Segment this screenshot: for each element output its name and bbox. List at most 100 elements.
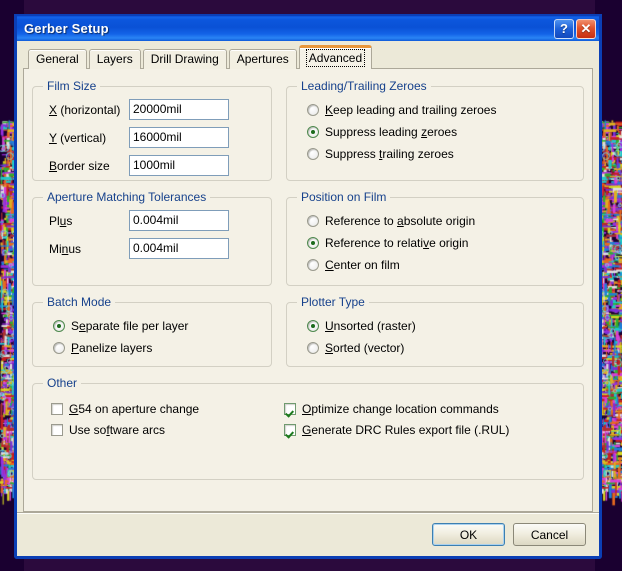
text-input[interactable]: 1000mil <box>129 155 229 176</box>
group-aperture-matching-tolerances: Aperture Matching Tolerances Plus 0.004mi… <box>32 190 272 286</box>
group-title-batch-mode: Batch Mode <box>47 295 112 309</box>
checkbox-unchecked-icon[interactable] <box>51 423 63 436</box>
checkbox-checked-icon[interactable] <box>284 423 296 436</box>
radio-option[interactable]: Keep leading and trailing zeroes <box>295 99 575 121</box>
other-checkbox-columns: G54 on aperture change Use software arcs … <box>41 396 575 440</box>
checkbox-option[interactable]: Optimize change location commands <box>284 398 575 419</box>
group-title-zeroes: Leading/Trailing Zeroes <box>301 79 427 93</box>
tab-label: Layers <box>96 52 133 66</box>
tab-drill-drawing[interactable]: Drill Drawing <box>142 49 227 69</box>
radio-option[interactable]: Reference to absolute origin <box>295 210 575 232</box>
field-label: X (horizontal) <box>49 102 121 117</box>
tab-label: Drill Drawing <box>150 52 219 66</box>
radio-selected-icon[interactable] <box>307 126 319 138</box>
tab-page-advanced: Film Size X (horizontal) 20000mil Y (verti… <box>23 68 593 512</box>
batch-mode-options: Separate file per layer Panelize layers <box>41 315 263 359</box>
tab-label: Advanced <box>305 49 366 67</box>
desktop-background: Gerber Setup ? ✕ General Layers Drill Draw… <box>0 0 622 571</box>
checkbox-option[interactable]: Use software arcs <box>51 419 276 440</box>
field-row: Border size 1000mil <box>41 155 263 176</box>
radio-option[interactable]: Suppress trailing zeroes <box>295 143 575 165</box>
plotter-options: Unsorted (raster) Sorted (vector) <box>295 315 575 359</box>
field-row: Y (vertical) 16000mil <box>41 127 263 148</box>
group-plotter-type: Plotter Type Unsorted (raster) Sorted (ve… <box>286 295 584 367</box>
field-label: Border size <box>49 158 110 173</box>
radio-unselected-icon[interactable] <box>307 104 319 116</box>
radio-label: Separate file per layer <box>71 319 189 333</box>
film-size-fields: X (horizontal) 20000mil Y (vertical) 16000m… <box>41 99 263 176</box>
checkbox-label: Use software arcs <box>69 422 166 437</box>
radio-label: Panelize layers <box>71 341 153 355</box>
dialog-client-area: General Layers Drill Drawing Apertures Advan… <box>17 41 599 512</box>
radio-unselected-icon[interactable] <box>307 148 319 160</box>
radio-label: Reference to absolute origin <box>325 214 476 228</box>
gerber-setup-dialog: Gerber Setup ? ✕ General Layers Drill Draw… <box>14 14 602 559</box>
radio-unselected-icon[interactable] <box>307 215 319 227</box>
checkbox-option[interactable]: G54 on aperture change <box>51 398 276 419</box>
tolerance-fields: Plus 0.004mil Minus 0.004mil <box>41 210 263 259</box>
radio-label: Reference to relative origin <box>325 236 469 250</box>
tab-label: General <box>36 52 79 66</box>
tab-advanced[interactable]: Advanced <box>298 45 373 69</box>
radio-option[interactable]: Unsorted (raster) <box>295 315 575 337</box>
radio-label: Unsorted (raster) <box>325 319 416 333</box>
ok-button[interactable]: OK <box>432 523 505 546</box>
radio-option[interactable]: Suppress leading zeroes <box>295 121 575 143</box>
field-label: Plus <box>49 213 73 228</box>
settings-grid: Film Size X (horizontal) 20000mil Y (verti… <box>32 79 584 480</box>
radio-selected-icon[interactable] <box>307 320 319 332</box>
cancel-button[interactable]: Cancel <box>513 523 586 546</box>
radio-unselected-icon[interactable] <box>307 342 319 354</box>
other-column-right: Optimize change location commands Generat… <box>284 398 575 440</box>
group-position-on-film: Position on Film Reference to absolute o… <box>286 190 584 286</box>
group-title-plotter: Plotter Type <box>301 295 365 309</box>
radio-label: Suppress trailing zeroes <box>325 147 454 161</box>
group-title-position: Position on Film <box>301 190 387 204</box>
help-icon[interactable]: ? <box>554 18 574 39</box>
field-row: X (horizontal) 20000mil <box>41 99 263 120</box>
radio-label: Suppress leading zeroes <box>325 125 458 139</box>
text-input[interactable]: 0.004mil <box>129 210 229 231</box>
radio-unselected-icon[interactable] <box>307 259 319 271</box>
group-title-other: Other <box>47 376 78 390</box>
close-icon[interactable]: ✕ <box>576 18 596 39</box>
dialog-button-bar: OK Cancel <box>17 512 599 556</box>
field-label: Y (vertical) <box>49 130 107 145</box>
zeroes-options: Keep leading and trailing zeroes Suppress… <box>295 99 575 165</box>
other-column-left: G54 on aperture change Use software arcs <box>51 398 276 440</box>
group-film-size: Film Size X (horizontal) 20000mil Y (verti… <box>32 79 272 181</box>
radio-label: Center on film <box>325 258 400 272</box>
checkbox-label: G54 on aperture change <box>69 401 200 416</box>
group-leading-trailing-zeroes: Leading/Trailing Zeroes Keep leading and… <box>286 79 584 181</box>
text-input[interactable]: 0.004mil <box>129 238 229 259</box>
group-title-tolerances: Aperture Matching Tolerances <box>47 190 207 204</box>
group-title-film-size: Film Size <box>47 79 97 93</box>
radio-option[interactable]: Center on film <box>295 254 575 276</box>
radio-selected-icon[interactable] <box>53 320 65 332</box>
radio-option[interactable]: Reference to relative origin <box>295 232 575 254</box>
checkbox-checked-icon[interactable] <box>284 402 296 415</box>
title-bar[interactable]: Gerber Setup ? ✕ <box>17 14 599 41</box>
text-input[interactable]: 20000mil <box>129 99 229 120</box>
position-options: Reference to absolute origin Reference to… <box>295 210 575 276</box>
radio-label: Keep leading and trailing zeroes <box>325 103 497 117</box>
group-batch-mode: Batch Mode Separate file per layer Paneli… <box>32 295 272 367</box>
field-label: Minus <box>49 241 82 256</box>
radio-label: Sorted (vector) <box>325 341 405 355</box>
radio-option[interactable]: Panelize layers <box>41 337 263 359</box>
radio-option[interactable]: Separate file per layer <box>41 315 263 337</box>
checkbox-label: Generate DRC Rules export file (.RUL) <box>302 422 510 437</box>
tab-apertures[interactable]: Apertures <box>228 49 297 69</box>
tab-layers[interactable]: Layers <box>88 49 141 69</box>
radio-selected-icon[interactable] <box>307 237 319 249</box>
text-input[interactable]: 16000mil <box>129 127 229 148</box>
tab-label: Apertures <box>236 52 289 66</box>
field-row: Plus 0.004mil <box>41 210 263 231</box>
radio-option[interactable]: Sorted (vector) <box>295 337 575 359</box>
checkbox-unchecked-icon[interactable] <box>51 402 63 415</box>
tab-strip: General Layers Drill Drawing Apertures Advan… <box>23 45 593 69</box>
checkbox-option[interactable]: Generate DRC Rules export file (.RUL) <box>284 419 575 440</box>
tab-general[interactable]: General <box>28 49 87 69</box>
radio-unselected-icon[interactable] <box>53 342 65 354</box>
checkbox-label: Optimize change location commands <box>302 401 499 416</box>
